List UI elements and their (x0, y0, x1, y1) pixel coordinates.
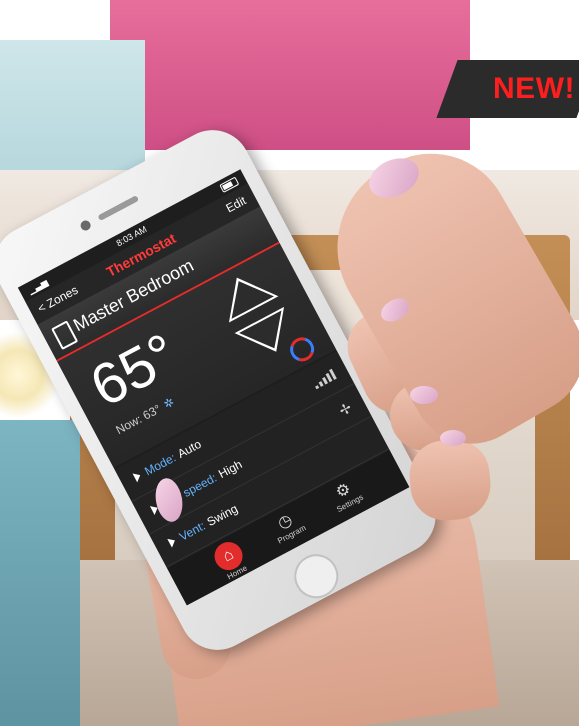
blue-side-fabric (0, 420, 80, 726)
vent-value: Swing (204, 501, 241, 530)
disclosure-icon (167, 536, 178, 548)
edit-button[interactable]: Edit (224, 193, 249, 215)
fan-icon: ✢ (336, 399, 355, 419)
now-value: 63° (140, 401, 164, 423)
mode-value: Auto (175, 436, 204, 461)
fingernail (410, 386, 438, 404)
fingernail (440, 430, 466, 446)
signal-bars-icon (311, 368, 337, 390)
new-badge-text: NEW! (493, 72, 575, 105)
photo-scene: NEW! ▁▃▅ 8:03 AM < Zones Thermostat Edit… (0, 0, 579, 726)
disclosure-icon (132, 470, 143, 483)
temperature-down-button[interactable] (234, 306, 301, 365)
fan-speed-value: High (216, 457, 245, 482)
pink-wall (110, 0, 470, 150)
snowflake-icon: ✲ (161, 394, 177, 412)
